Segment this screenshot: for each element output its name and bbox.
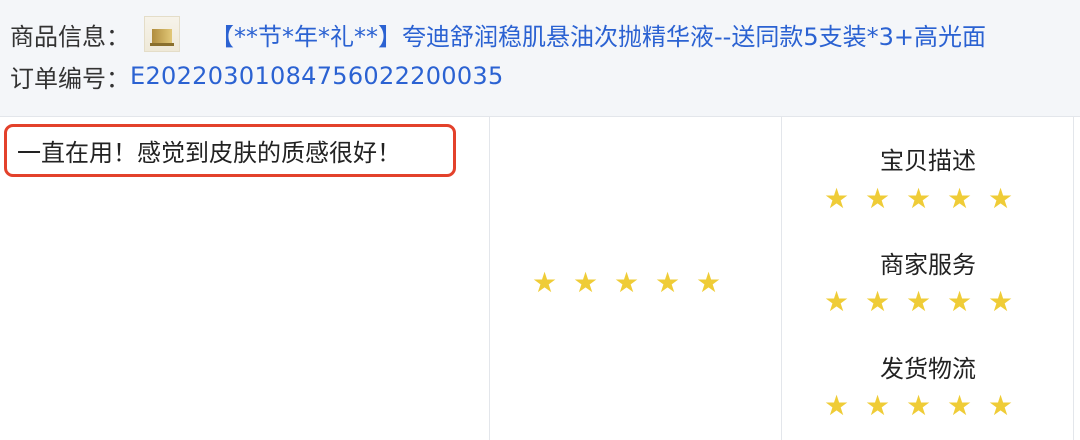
order-number-link[interactable]: E20220301084756022200035 (130, 62, 504, 90)
dimension-stars-description: ★ ★ ★ ★ ★ (816, 185, 1021, 213)
column-divider (489, 117, 490, 440)
star-icon: ★ (905, 285, 932, 318)
star-icon: ★ (946, 182, 973, 215)
order-number-label: 订单编号： (10, 64, 130, 93)
star-icon: ★ (905, 389, 932, 422)
star-icon: ★ (987, 182, 1014, 215)
product-info-label: 商品信息： (10, 22, 130, 51)
review-highlight-box: 一直在用！感觉到皮肤的质感很好！ (4, 124, 456, 177)
star-icon: ★ (654, 266, 681, 299)
column-divider (781, 117, 782, 440)
product-thumbnail[interactable] (144, 16, 180, 52)
order-number-row: 订单编号： E20220301084756022200035 (10, 58, 504, 94)
star-icon: ★ (695, 266, 722, 299)
dimension-stars-logistics: ★ ★ ★ ★ ★ (816, 392, 1021, 420)
star-icon: ★ (905, 182, 932, 215)
dimension-title-description: 宝贝描述 (880, 147, 976, 175)
star-icon: ★ (946, 285, 973, 318)
star-icon: ★ (823, 285, 850, 318)
star-icon: ★ (823, 389, 850, 422)
product-info-row: 商品信息： 【**节*年*礼**】夸迪舒润稳肌悬油次抛精华液--送同款5支装*3… (10, 14, 986, 54)
order-header: 商品信息： 【**节*年*礼**】夸迪舒润稳肌悬油次抛精华液--送同款5支装*3… (0, 0, 1080, 117)
star-icon: ★ (864, 285, 891, 318)
dimension-stars-service: ★ ★ ★ ★ ★ (816, 288, 1021, 316)
star-icon: ★ (613, 266, 640, 299)
star-icon: ★ (864, 182, 891, 215)
dimension-title-service: 商家服务 (880, 251, 976, 279)
star-icon: ★ (823, 182, 850, 215)
star-icon: ★ (572, 266, 599, 299)
column-divider (1073, 117, 1074, 440)
product-title-link[interactable]: 【**节*年*礼**】夸迪舒润稳肌悬油次抛精华液--送同款5支装*3+高光面 (210, 17, 986, 52)
star-icon: ★ (946, 389, 973, 422)
star-icon: ★ (987, 285, 1014, 318)
star-icon: ★ (987, 389, 1014, 422)
overall-rating-stars: ★ ★ ★ ★ ★ (524, 269, 729, 297)
star-icon: ★ (864, 389, 891, 422)
star-icon: ★ (531, 266, 558, 299)
review-text: 一直在用！感觉到皮肤的质感很好！ (17, 139, 401, 167)
dimension-title-logistics: 发货物流 (880, 355, 976, 383)
